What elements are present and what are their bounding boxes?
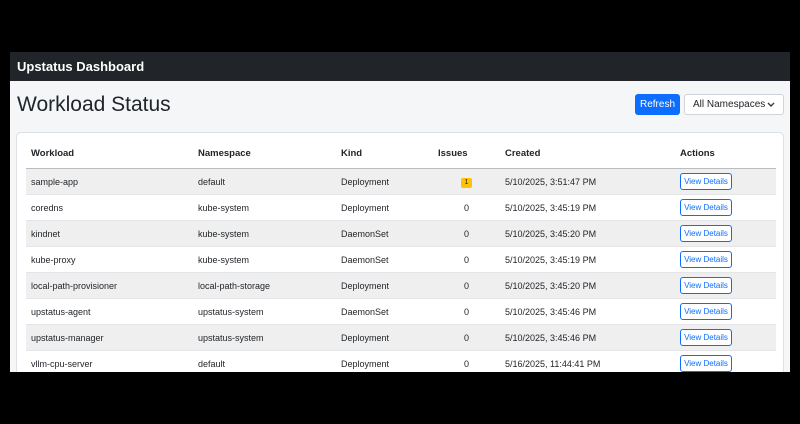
cell-created: 5/10/2025, 3:45:46 PM [500,298,675,325]
cell-issues: 0 [433,298,500,325]
view-details-button[interactable]: View Details [680,303,732,320]
cell-workload: sample-app [26,168,193,195]
cell-kind: Deployment [336,272,433,299]
cell-kind: Deployment [336,350,433,372]
cell-namespace: local-path-storage [193,272,336,299]
table-row: kube-proxy kube-system DaemonSet 0 5/10/2025… [26,246,776,273]
cell-workload: coredns [26,194,193,221]
cell-issues: 0 [433,246,500,273]
table-row: kindnet kube-system DaemonSet 0 5/10/2025, 3… [26,220,776,247]
cell-issues: 0 [433,324,500,351]
cell-created: 5/10/2025, 3:45:19 PM [500,246,675,273]
table-header-row: Workload Namespace Kind Issues Created A… [26,139,776,169]
cell-issues: 0 [433,194,500,221]
cell-actions: View Details [675,350,776,372]
cell-workload: upstatus-agent [26,298,193,325]
cell-created: 5/10/2025, 3:45:20 PM [500,272,675,299]
cell-issues: 0 [433,350,500,372]
refresh-button[interactable]: Refresh [635,94,680,115]
header-issues: Issues [433,139,500,169]
cell-workload: local-path-provisioner [26,272,193,299]
cell-issues: 0 [433,272,500,299]
navbar: Upstatus Dashboard [10,52,790,81]
cell-actions: View Details [675,298,776,325]
cell-kind: Deployment [336,324,433,351]
cell-kind: DaemonSet [336,246,433,273]
header-namespace: Namespace [193,139,336,169]
cell-created: 5/16/2025, 11:44:41 PM [500,350,675,372]
cell-namespace: upstatus-system [193,298,336,325]
cell-actions: View Details [675,168,776,195]
chevron-down-icon [767,102,775,107]
view-details-button[interactable]: View Details [680,277,732,294]
view-details-button[interactable]: View Details [680,173,732,190]
cell-namespace: kube-system [193,220,336,247]
cell-actions: View Details [675,220,776,247]
cell-created: 5/10/2025, 3:51:47 PM [500,168,675,195]
cell-namespace: upstatus-system [193,324,336,351]
cell-issues: 0 [433,220,500,247]
header-actions: Actions [675,139,776,169]
workload-table-card: Workload Namespace Kind Issues Created A… [16,132,784,372]
cell-kind: DaemonSet [336,220,433,247]
view-details-button[interactable]: View Details [680,355,732,372]
issues-badge: 1 [460,177,473,188]
cell-workload: vllm-cpu-server [26,350,193,372]
table-row: local-path-provisioner local-path-storage… [26,272,776,299]
cell-namespace: kube-system [193,194,336,221]
cell-workload: kube-proxy [26,246,193,273]
cell-actions: View Details [675,246,776,273]
cell-created: 5/10/2025, 3:45:20 PM [500,220,675,247]
view-details-button[interactable]: View Details [680,251,732,268]
table-row: sample-app default Deployment 1 5/10/2025, 3… [26,168,776,195]
header-kind: Kind [336,139,433,169]
cell-namespace: default [193,168,336,195]
cell-workload: kindnet [26,220,193,247]
app-window: Upstatus Dashboard Workload Status Refre… [10,52,790,372]
header-workload: Workload [26,139,193,169]
view-details-button[interactable]: View Details [680,329,732,346]
cell-issues: 1 [433,168,500,195]
cell-kind: Deployment [336,168,433,195]
table-row: upstatus-agent upstatus-system DaemonSet 0 5… [26,298,776,325]
navbar-brand[interactable]: Upstatus Dashboard [17,59,144,74]
page-title: Workload Status [17,93,171,116]
cell-actions: View Details [675,324,776,351]
cell-actions: View Details [675,272,776,299]
cell-workload: upstatus-manager [26,324,193,351]
namespace-select[interactable]: All Namespaces [684,94,784,115]
view-details-button[interactable]: View Details [680,225,732,242]
table-row: vllm-cpu-server default Deployment 0 5/16/20… [26,350,776,372]
cell-created: 5/10/2025, 3:45:19 PM [500,194,675,221]
cell-kind: DaemonSet [336,298,433,325]
cell-created: 5/10/2025, 3:45:46 PM [500,324,675,351]
table-row: upstatus-manager upstatus-system Deploymen… [26,324,776,351]
cell-kind: Deployment [336,194,433,221]
table-row: coredns kube-system Deployment 0 5/10/2025, … [26,194,776,221]
header-created: Created [500,139,675,169]
namespace-select-value: All Namespaces [693,99,766,110]
cell-namespace: default [193,350,336,372]
workload-table: Workload Namespace Kind Issues Created A… [26,139,776,372]
view-details-button[interactable]: View Details [680,199,732,216]
cell-namespace: kube-system [193,246,336,273]
table-body: sample-app default Deployment 1 5/10/2025, 3… [26,168,776,372]
cell-actions: View Details [675,194,776,221]
